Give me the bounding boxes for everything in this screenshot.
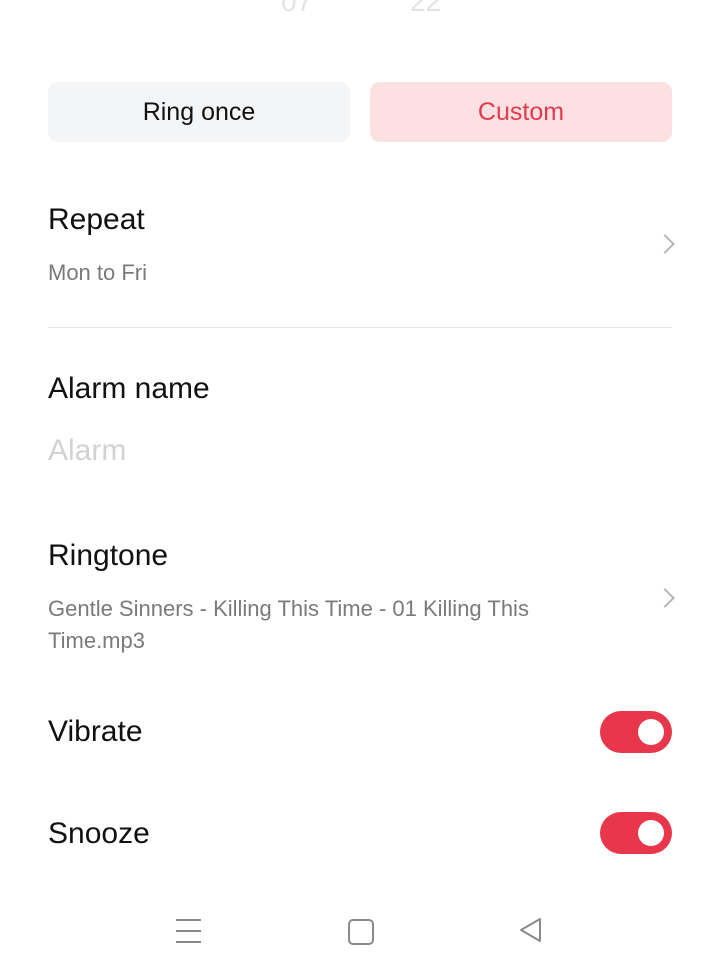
time-picker-remnant[interactable]: 07 22 (0, 0, 711, 18)
divider (48, 327, 672, 328)
ringtone-title: Ringtone (48, 539, 169, 572)
chevron-right-icon (655, 588, 675, 608)
custom-button[interactable]: Custom (370, 82, 672, 142)
repeat-value: Mon to Fri (48, 260, 148, 285)
repeat-title: Repeat (48, 203, 145, 236)
repeat-row[interactable]: Repeat Mon to Fri (48, 203, 675, 305)
ringtone-value: Gentle Sinners - Killing This Time - 01 … (48, 596, 529, 653)
snooze-title: Snooze (48, 817, 150, 850)
picker-minute[interactable]: 22 (410, 0, 441, 18)
navigation-bar (0, 887, 711, 977)
ring-mode-selector: Ring once Custom (48, 82, 672, 142)
menu-icon[interactable] (176, 919, 201, 943)
toggle-knob (638, 719, 664, 745)
vibrate-row: Vibrate (48, 710, 672, 754)
toggle-knob (638, 820, 664, 846)
vibrate-title: Vibrate (48, 715, 143, 748)
alarm-name-input[interactable]: Alarm (48, 434, 672, 468)
vibrate-toggle[interactable] (600, 711, 672, 753)
snooze-toggle[interactable] (600, 812, 672, 854)
snooze-row: Snooze (48, 812, 672, 856)
home-icon[interactable] (348, 919, 374, 945)
ring-once-button[interactable]: Ring once (48, 82, 350, 142)
alarm-name-title: Alarm name (48, 372, 210, 405)
alarm-name-row: Alarm name Alarm (48, 374, 672, 484)
ringtone-row[interactable]: Ringtone Gentle Sinners - Killing This T… (48, 539, 675, 661)
back-icon[interactable] (518, 917, 544, 943)
chevron-right-icon (655, 234, 675, 254)
picker-hour[interactable]: 07 (281, 0, 312, 18)
